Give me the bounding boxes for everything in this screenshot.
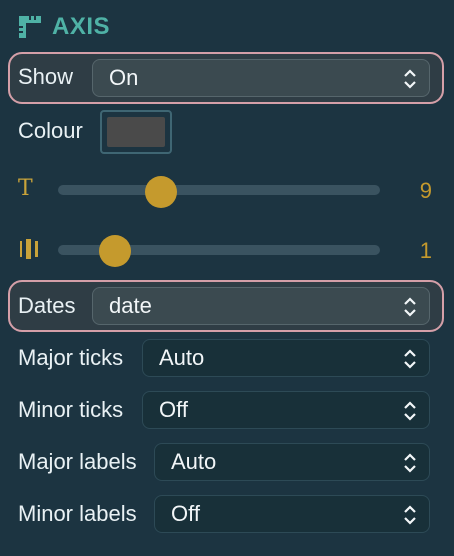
major-ticks-label: Major ticks <box>18 345 124 370</box>
colour-swatch-fill <box>107 117 165 147</box>
minor-labels-label: Minor labels <box>18 501 137 526</box>
line-width-slider-thumb[interactable] <box>99 235 131 267</box>
dates-select-value: date <box>109 293 152 318</box>
minor-ticks-label: Minor ticks <box>18 397 124 422</box>
show-select[interactable]: On <box>92 59 430 97</box>
line-width-value: 1 <box>419 238 432 263</box>
show-select-value: On <box>109 65 139 90</box>
chevron-updown-icon <box>404 401 416 421</box>
major-ticks-select[interactable]: Auto <box>142 339 430 377</box>
text-size-slider-thumb[interactable] <box>145 176 177 208</box>
major-labels-select[interactable]: Auto <box>154 443 430 481</box>
chevron-updown-icon <box>404 69 416 89</box>
dates-label: Dates <box>18 293 76 318</box>
chevron-updown-icon <box>404 505 416 525</box>
minor-labels-select[interactable]: Off <box>154 495 430 533</box>
minor-ticks-select[interactable]: Off <box>142 391 430 429</box>
colour-swatch[interactable] <box>100 110 172 154</box>
major-labels-value: Auto <box>171 449 217 474</box>
chevron-updown-icon <box>404 453 416 473</box>
section-header: AXIS <box>18 12 110 42</box>
text-size-icon: T <box>18 176 33 201</box>
colour-label: Colour <box>18 118 83 143</box>
major-ticks-value: Auto <box>159 345 205 370</box>
section-title: AXIS <box>52 13 111 40</box>
axis-panel: AXIS Show On Colour T 9 1 Dates date Maj… <box>0 0 454 556</box>
ruler-icon <box>19 16 41 38</box>
minor-labels-value: Off <box>171 501 200 526</box>
chevron-updown-icon <box>404 297 416 317</box>
chevron-updown-icon <box>404 349 416 369</box>
line-width-icon <box>20 239 38 259</box>
major-labels-label: Major labels <box>18 449 137 474</box>
dates-select[interactable]: date <box>92 287 430 325</box>
show-label: Show <box>18 64 74 89</box>
text-size-value: 9 <box>419 178 432 203</box>
text-size-track[interactable] <box>58 185 380 195</box>
minor-ticks-value: Off <box>159 397 188 422</box>
